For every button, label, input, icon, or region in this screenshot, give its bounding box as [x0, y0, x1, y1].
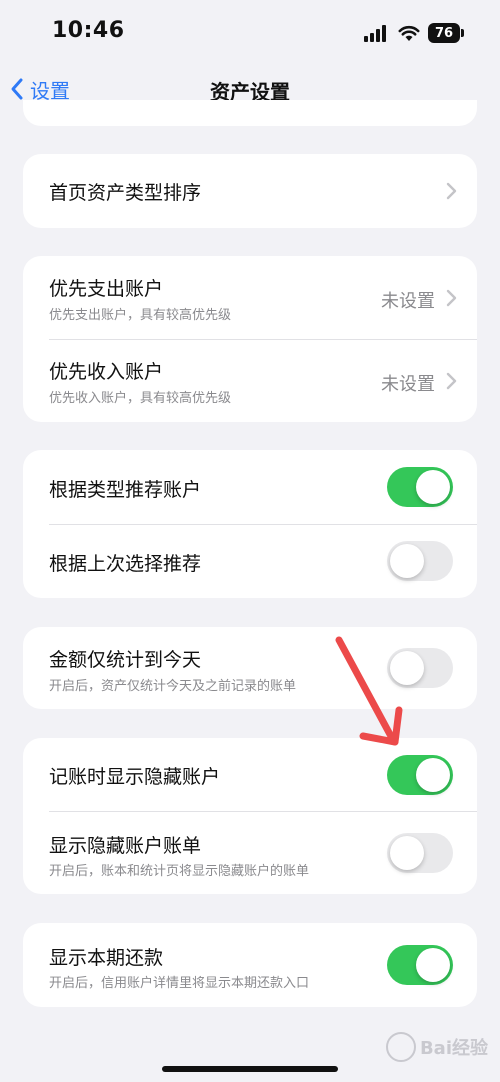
row-subtitle: 优先收入账户，具有较高优先级: [49, 391, 232, 406]
status-bar: 10:46 76: [0, 0, 500, 62]
row-title: 根据上次选择推荐: [49, 553, 202, 575]
card-priority-accounts: 优先支出账户 优先支出账户，具有较高优先级 未设置 优先收入账户 优先收入账户，…: [23, 256, 477, 422]
show-repayment-toggle[interactable]: [387, 945, 453, 985]
row-title: 根据类型推荐账户: [49, 479, 202, 501]
row-title: 优先支出账户: [49, 278, 164, 300]
row-priority-expense[interactable]: 优先支出账户 优先支出账户，具有较高优先级 未设置: [23, 256, 477, 339]
amount-until-today-toggle[interactable]: [387, 648, 453, 688]
row-value: 未设置: [381, 291, 435, 312]
row-title: 显示隐藏账户账单: [49, 835, 202, 857]
home-indicator[interactable]: [162, 1066, 338, 1072]
row-title: 显示本期还款: [49, 947, 164, 969]
paw-logo-icon: [385, 1032, 416, 1062]
row-subtitle: 开启后，资产仅统计今天及之前记录的账单: [49, 679, 297, 694]
show-hidden-bills-toggle[interactable]: [387, 833, 453, 873]
watermark-text: Bai经验: [419, 1038, 488, 1059]
recommend-by-last-toggle[interactable]: [387, 541, 453, 581]
chevron-right-icon: [446, 289, 457, 307]
row-recommend-by-type: 根据类型推荐账户: [23, 450, 477, 524]
show-hidden-accounts-toggle[interactable]: [387, 755, 453, 795]
row-title: 记账时显示隐藏账户: [49, 766, 221, 788]
row-show-hidden-accounts: 记账时显示隐藏账户: [23, 738, 477, 811]
row-subtitle: 开启后，账本和统计页将显示隐藏账户的账单: [49, 864, 310, 879]
row-amount-until-today: 金额仅统计到今天 开启后，资产仅统计今天及之前记录的账单: [23, 627, 477, 709]
status-time: 10:46: [52, 18, 125, 43]
row-subtitle: 开启后，信用账户详情里将显示本期还款入口: [49, 976, 310, 991]
row-title: 首页资产类型排序: [49, 182, 202, 204]
scrolled-card-edge: [23, 100, 477, 126]
row-priority-income[interactable]: 优先收入账户 优先收入账户，具有较高优先级 未设置: [23, 339, 477, 422]
row-value: 未设置: [381, 374, 435, 395]
card-hidden-accounts: 记账时显示隐藏账户 显示隐藏账户账单 开启后，账本和统计页将显示隐藏账户的账单: [23, 738, 477, 894]
cellular-signal-icon: [364, 24, 390, 42]
watermark: Bai经验: [385, 1032, 488, 1062]
row-show-repayment: 显示本期还款 开启后，信用账户详情里将显示本期还款入口: [23, 923, 477, 1007]
status-icons: 76: [364, 22, 464, 44]
chevron-right-icon: [446, 372, 457, 390]
row-recommend-by-last: 根据上次选择推荐: [23, 524, 477, 598]
row-show-hidden-bills: 显示隐藏账户账单 开启后，账本和统计页将显示隐藏账户的账单: [23, 811, 477, 894]
battery-indicator: 76: [428, 23, 464, 43]
recommend-by-type-toggle[interactable]: [387, 467, 453, 507]
row-subtitle: 优先支出账户，具有较高优先级: [49, 308, 232, 323]
card-repayment: 显示本期还款 开启后，信用账户详情里将显示本期还款入口: [23, 923, 477, 1007]
row-home-sort[interactable]: 首页资产类型排序: [23, 154, 477, 228]
card-amount-until-today: 金额仅统计到今天 开启后，资产仅统计今天及之前记录的账单: [23, 627, 477, 709]
card-home-sort: 首页资产类型排序: [23, 154, 477, 228]
row-title: 金额仅统计到今天: [49, 649, 202, 671]
chevron-right-icon: [446, 182, 457, 200]
wifi-icon: [398, 25, 420, 41]
row-title: 优先收入账户: [49, 361, 164, 383]
card-recommendations: 根据类型推荐账户 根据上次选择推荐: [23, 450, 477, 598]
